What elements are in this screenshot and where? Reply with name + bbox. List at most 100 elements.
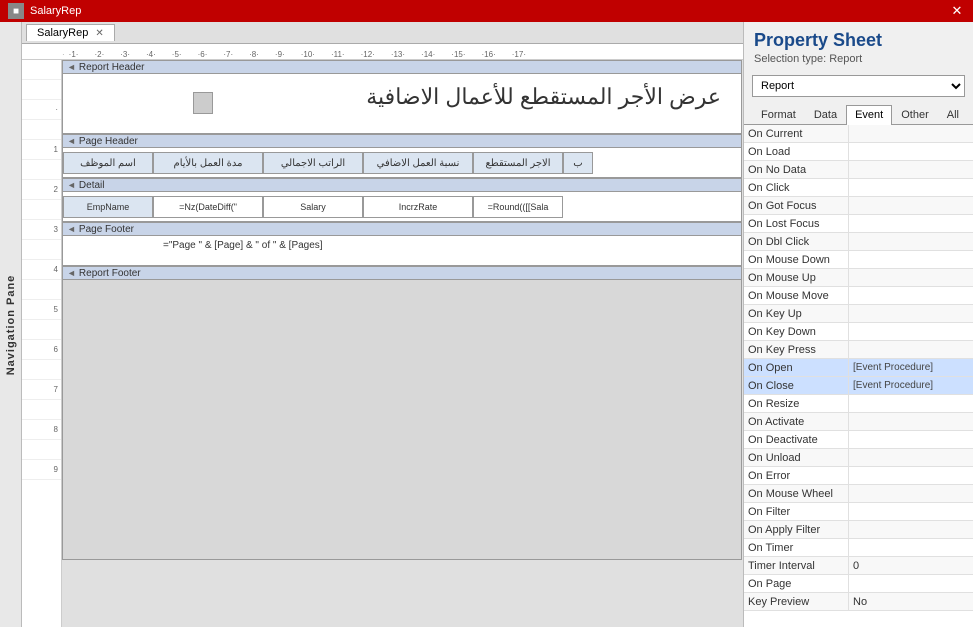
ps-property-row[interactable]: On Key Press [744, 341, 973, 359]
ps-property-label: On Key Down [744, 323, 849, 340]
ps-property-value[interactable] [849, 125, 973, 142]
ps-property-row[interactable]: On Dbl Click [744, 233, 973, 251]
tab-close-icon[interactable]: ✕ [95, 28, 103, 39]
ps-property-row[interactable]: Timer Interval0 [744, 557, 973, 575]
header-cell-5: ب [563, 152, 593, 174]
tab-all[interactable]: All [938, 105, 968, 124]
logo-placeholder [193, 92, 213, 114]
detail-row: EmpName =Nz(DateDiff(" Salary IncrzRate … [63, 196, 741, 218]
report-footer-label: Report Footer [79, 268, 141, 279]
tab-label: SalaryRep [37, 27, 88, 39]
ps-property-label: On Resize [744, 395, 849, 412]
report-footer-bar[interactable]: ◄ Report Footer [62, 266, 742, 280]
page-header-bar[interactable]: ◄ Page Header [62, 134, 742, 148]
ps-property-label: On Mouse Wheel [744, 485, 849, 502]
report-header-bar[interactable]: ◄ Report Header [62, 60, 742, 74]
ps-property-value[interactable] [849, 521, 973, 538]
ps-property-row[interactable]: On Key Up [744, 305, 973, 323]
ps-property-row[interactable]: On Current [744, 125, 973, 143]
ps-property-label: On Apply Filter [744, 521, 849, 538]
ps-property-value[interactable] [849, 197, 973, 214]
tab-other[interactable]: Other [892, 105, 938, 124]
ps-property-value[interactable] [849, 467, 973, 484]
section-arrow-icon3: ◄ [67, 180, 76, 190]
ps-selection-type-value: Report [829, 53, 862, 65]
ps-property-value[interactable] [849, 269, 973, 286]
close-button[interactable]: ✕ [949, 3, 965, 19]
main-area: Navigation Pane SalaryRep ✕ · ·1· ·2· ·3… [0, 22, 973, 627]
ps-property-value[interactable] [849, 449, 973, 466]
ps-property-value[interactable] [849, 341, 973, 358]
header-cell-4: الاجر المستقطع [473, 152, 563, 174]
report-content: · 1 2 3 4 5 6 7 8 [22, 60, 743, 627]
ps-property-row[interactable]: On Close[Event Procedure] [744, 377, 973, 395]
ps-property-value[interactable] [849, 395, 973, 412]
ps-property-row[interactable]: On Unload [744, 449, 973, 467]
ps-property-label: On Deactivate [744, 431, 849, 448]
page-header-row: اسم الموظف مدة العمل بالأيام الراتب الاج… [63, 152, 741, 174]
ps-property-row[interactable]: On Load [744, 143, 973, 161]
ps-property-row[interactable]: On Page [744, 575, 973, 593]
ps-property-row[interactable]: On No Data [744, 161, 973, 179]
ps-property-value[interactable] [849, 575, 973, 592]
report-canvas[interactable]: ◄ Report Header عرض الأجر المستقطع للأعم… [62, 60, 743, 627]
tab-format[interactable]: Format [752, 105, 805, 124]
ps-property-value[interactable] [849, 413, 973, 430]
ps-property-row[interactable]: On Deactivate [744, 431, 973, 449]
ps-property-value[interactable] [849, 305, 973, 322]
ps-property-row[interactable]: On Click [744, 179, 973, 197]
detail-bar[interactable]: ◄ Detail [62, 178, 742, 192]
ps-selection-type-label: Selection type: [754, 53, 826, 65]
ps-property-row[interactable]: On Lost Focus [744, 215, 973, 233]
ps-property-value[interactable] [849, 161, 973, 178]
app-window: ■ SalaryRep ✕ Navigation Pane SalaryRep … [0, 0, 973, 627]
ps-property-label: On Close [744, 377, 849, 394]
ps-property-value[interactable]: [Event Procedure] [849, 359, 973, 376]
ps-property-value[interactable] [849, 323, 973, 340]
vertical-ruler: · 1 2 3 4 5 6 7 8 [22, 60, 62, 627]
ps-object-dropdown[interactable]: Report [752, 75, 965, 97]
ps-properties-table: On CurrentOn LoadOn No DataOn ClickOn Go… [744, 125, 973, 627]
ps-property-row[interactable]: On Timer [744, 539, 973, 557]
section-arrow-icon5: ◄ [67, 268, 76, 278]
tab-data[interactable]: Data [805, 105, 846, 124]
ps-property-value[interactable] [849, 539, 973, 556]
ps-property-row[interactable]: Key PreviewNo [744, 593, 973, 611]
ps-property-row[interactable]: On Activate [744, 413, 973, 431]
ps-property-value[interactable] [849, 503, 973, 520]
page-footer-bar[interactable]: ◄ Page Footer [62, 222, 742, 236]
ps-property-value[interactable] [849, 179, 973, 196]
ps-property-value[interactable]: [Event Procedure] [849, 377, 973, 394]
header-cell-3: نسبة العمل الاضافي [363, 152, 473, 174]
ps-property-value[interactable] [849, 143, 973, 160]
nav-pane-label: Navigation Pane [5, 274, 17, 375]
ps-property-row[interactable]: On Open[Event Procedure] [744, 359, 973, 377]
ps-property-row[interactable]: On Key Down [744, 323, 973, 341]
ps-property-row[interactable]: On Mouse Down [744, 251, 973, 269]
ps-property-row[interactable]: On Mouse Move [744, 287, 973, 305]
ps-property-value[interactable]: No [849, 593, 973, 610]
title-bar-title: SalaryRep [30, 5, 949, 17]
ps-property-row[interactable]: On Got Focus [744, 197, 973, 215]
ps-property-value[interactable] [849, 233, 973, 250]
ps-property-row[interactable]: On Error [744, 467, 973, 485]
ps-property-row[interactable]: On Mouse Wheel [744, 485, 973, 503]
ps-property-label: On No Data [744, 161, 849, 178]
ps-property-value[interactable] [849, 485, 973, 502]
ps-property-value[interactable] [849, 251, 973, 268]
ps-property-value[interactable] [849, 215, 973, 232]
report-tab[interactable]: SalaryRep ✕ [26, 24, 115, 41]
ps-property-row[interactable]: On Resize [744, 395, 973, 413]
ps-property-value[interactable]: 0 [849, 557, 973, 574]
property-sheet: Property Sheet Selection type: Report Re… [743, 22, 973, 627]
ps-property-label: On Got Focus [744, 197, 849, 214]
ps-property-row[interactable]: On Mouse Up [744, 269, 973, 287]
ps-property-row[interactable]: On Apply Filter [744, 521, 973, 539]
ps-property-value[interactable] [849, 431, 973, 448]
ps-property-label: On Mouse Down [744, 251, 849, 268]
tab-event[interactable]: Event [846, 105, 892, 125]
ps-property-value[interactable] [849, 287, 973, 304]
ps-property-label: On Mouse Up [744, 269, 849, 286]
ps-property-row[interactable]: On Filter [744, 503, 973, 521]
ps-property-label: On Lost Focus [744, 215, 849, 232]
